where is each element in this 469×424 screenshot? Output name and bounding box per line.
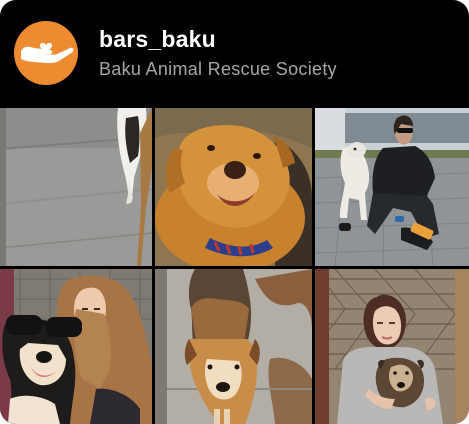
instagram-profile-card: bars_baku Baku Animal Rescue Society [0,0,469,424]
post-thumbnail-1[interactable] [0,108,152,266]
dog-on-pavement-photo [0,108,152,266]
golden-dog-portrait-photo [155,108,312,266]
post-thumbnail-5[interactable] [155,269,312,424]
profile-avatar[interactable] [14,21,78,85]
post-thumbnail-3[interactable] [315,108,469,266]
profile-header[interactable]: bars_baku Baku Animal Rescue Society [0,0,469,107]
woman-holding-puppy-photo [315,269,469,424]
profile-username[interactable]: bars_baku [99,26,216,53]
profile-display-name: Baku Animal Rescue Society [99,59,337,79]
post-thumbnail-4[interactable] [0,269,152,424]
woman-with-white-dog-photo [315,108,469,266]
hand-with-heart-icon [21,42,74,64]
post-thumbnail-6[interactable] [315,269,469,424]
post-grid [0,108,469,424]
dog-in-cage-photo [155,269,312,424]
post-thumbnail-2[interactable] [155,108,312,266]
woman-with-dog-selfie-photo [0,269,152,424]
